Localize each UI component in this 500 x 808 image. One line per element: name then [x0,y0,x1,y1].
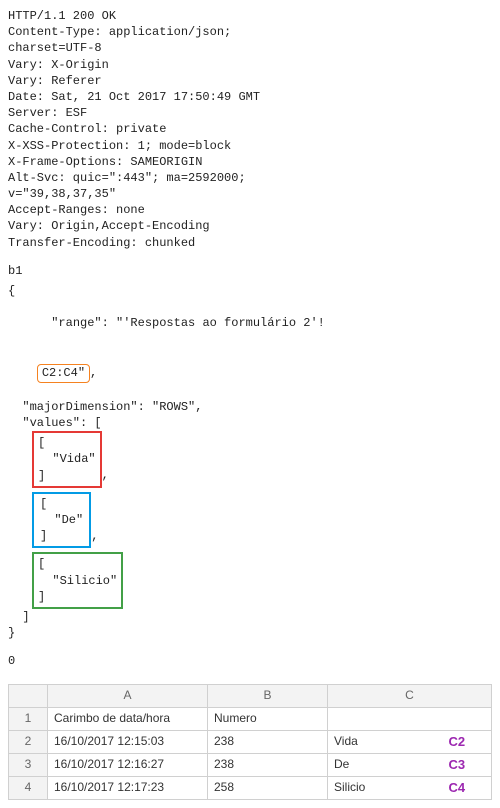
chunk-marker: b1 [8,263,492,279]
header-cell-b[interactable]: Numero [208,707,328,730]
http-header-line: Content-Type: application/json; [8,24,492,40]
json-value-row-2: [ "De" ] , [32,492,492,549]
json-range-line: "range": "'Respostas ao formulário 2'! [8,299,492,348]
http-header-line: X-Frame-Options: SAMEORIGIN [8,154,492,170]
row-header[interactable]: 2 [9,730,48,753]
cell-a2[interactable]: 16/10/2017 12:15:03 [48,730,208,753]
range-cells-highlight: C2:C4" [37,364,90,383]
http-header-line: charset=UTF-8 [8,40,492,56]
json-value-row-1: [ "Vida" ] , [32,431,492,488]
header-cell-a[interactable]: Carimbo de data/hora [48,707,208,730]
json-brace-close: } [8,625,492,641]
http-header-line: Vary: Referer [8,73,492,89]
http-header-line: X-XSS-Protection: 1; mode=block [8,138,492,154]
http-header-line: Server: ESF [8,105,492,121]
http-header-line: Vary: X-Origin [8,57,492,73]
json-brace-open: { [8,283,492,299]
cell-b4[interactable]: 258 [208,776,328,799]
http-header-line: Alt-Svc: quic=":443"; ma=2592000; [8,170,492,186]
cell-c2[interactable]: Vida C2 [328,730,492,753]
trailing-zero: 0 [8,653,492,669]
json-value-row-3: [ "Silicio" ] [32,552,492,609]
http-header-line: Cache-Control: private [8,121,492,137]
json-values-open: "values": [ [8,415,492,431]
row-header[interactable]: 4 [9,776,48,799]
cell-ref-label: C4 [449,779,466,797]
cell-ref-label: C3 [449,756,466,774]
col-header-a[interactable]: A [48,684,208,707]
spreadsheet: A B C 1 Carimbo de data/hora Numero 2 16… [8,684,492,800]
cell-a3[interactable]: 16/10/2017 12:16:27 [48,753,208,776]
header-cell-c[interactable] [328,707,492,730]
http-status-line: HTTP/1.1 200 OK [8,8,492,24]
json-range-cells-line: C2:C4", [8,348,492,399]
cell-b2[interactable]: 238 [208,730,328,753]
row-header[interactable]: 1 [9,707,48,730]
json-major-dimension: "majorDimension": "ROWS", [8,399,492,415]
cell-c4[interactable]: Silicio C4 [328,776,492,799]
row-header[interactable]: 3 [9,753,48,776]
sheet-corner [9,684,48,707]
col-header-b[interactable]: B [208,684,328,707]
cell-ref-label: C2 [449,733,466,751]
cell-b3[interactable]: 238 [208,753,328,776]
http-header-line: Accept-Ranges: none [8,202,492,218]
http-header-line: Transfer-Encoding: chunked [8,235,492,251]
cell-a4[interactable]: 16/10/2017 12:17:23 [48,776,208,799]
http-header-line: Date: Sat, 21 Oct 2017 17:50:49 GMT [8,89,492,105]
json-values-close: ] [8,609,492,625]
col-header-c[interactable]: C [328,684,492,707]
cell-c3[interactable]: De C3 [328,753,492,776]
http-header-line: Vary: Origin,Accept-Encoding [8,218,492,234]
http-header-line: v="39,38,37,35" [8,186,492,202]
